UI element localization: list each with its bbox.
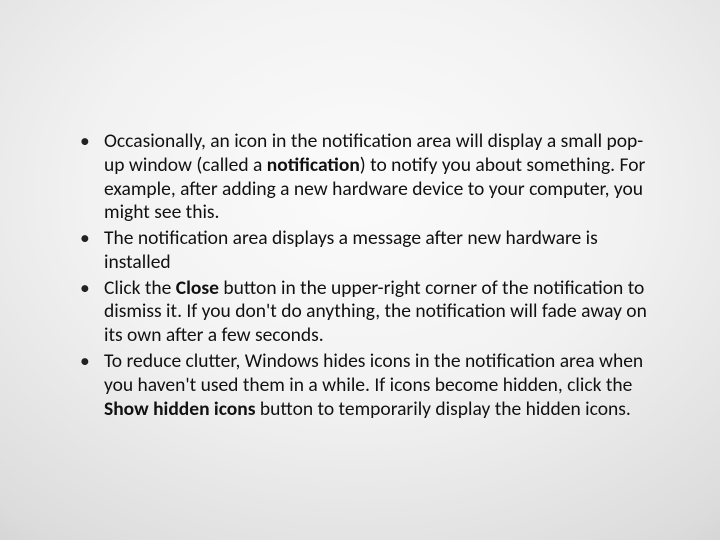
list-item: The notification area displays a message…: [80, 227, 658, 275]
text: Click the: [104, 276, 176, 300]
bullet-list: Occasionally, an icon in the notificatio…: [62, 130, 658, 423]
text: To reduce clutter, Windows hides icons i…: [104, 349, 643, 397]
bold-text: Close: [176, 276, 219, 300]
text: The notification area displays a message…: [104, 226, 598, 274]
slide: Occasionally, an icon in the notificatio…: [0, 0, 720, 540]
bold-text: Show hidden icons: [104, 397, 256, 421]
list-item: To reduce clutter, Windows hides icons i…: [80, 350, 658, 421]
bold-text: notification: [267, 153, 360, 177]
text: button to temporarily display the hidden…: [256, 397, 631, 421]
list-item: Occasionally, an icon in the notificatio…: [80, 130, 658, 225]
list-item: Click the Close button in the upper-righ…: [80, 277, 658, 348]
